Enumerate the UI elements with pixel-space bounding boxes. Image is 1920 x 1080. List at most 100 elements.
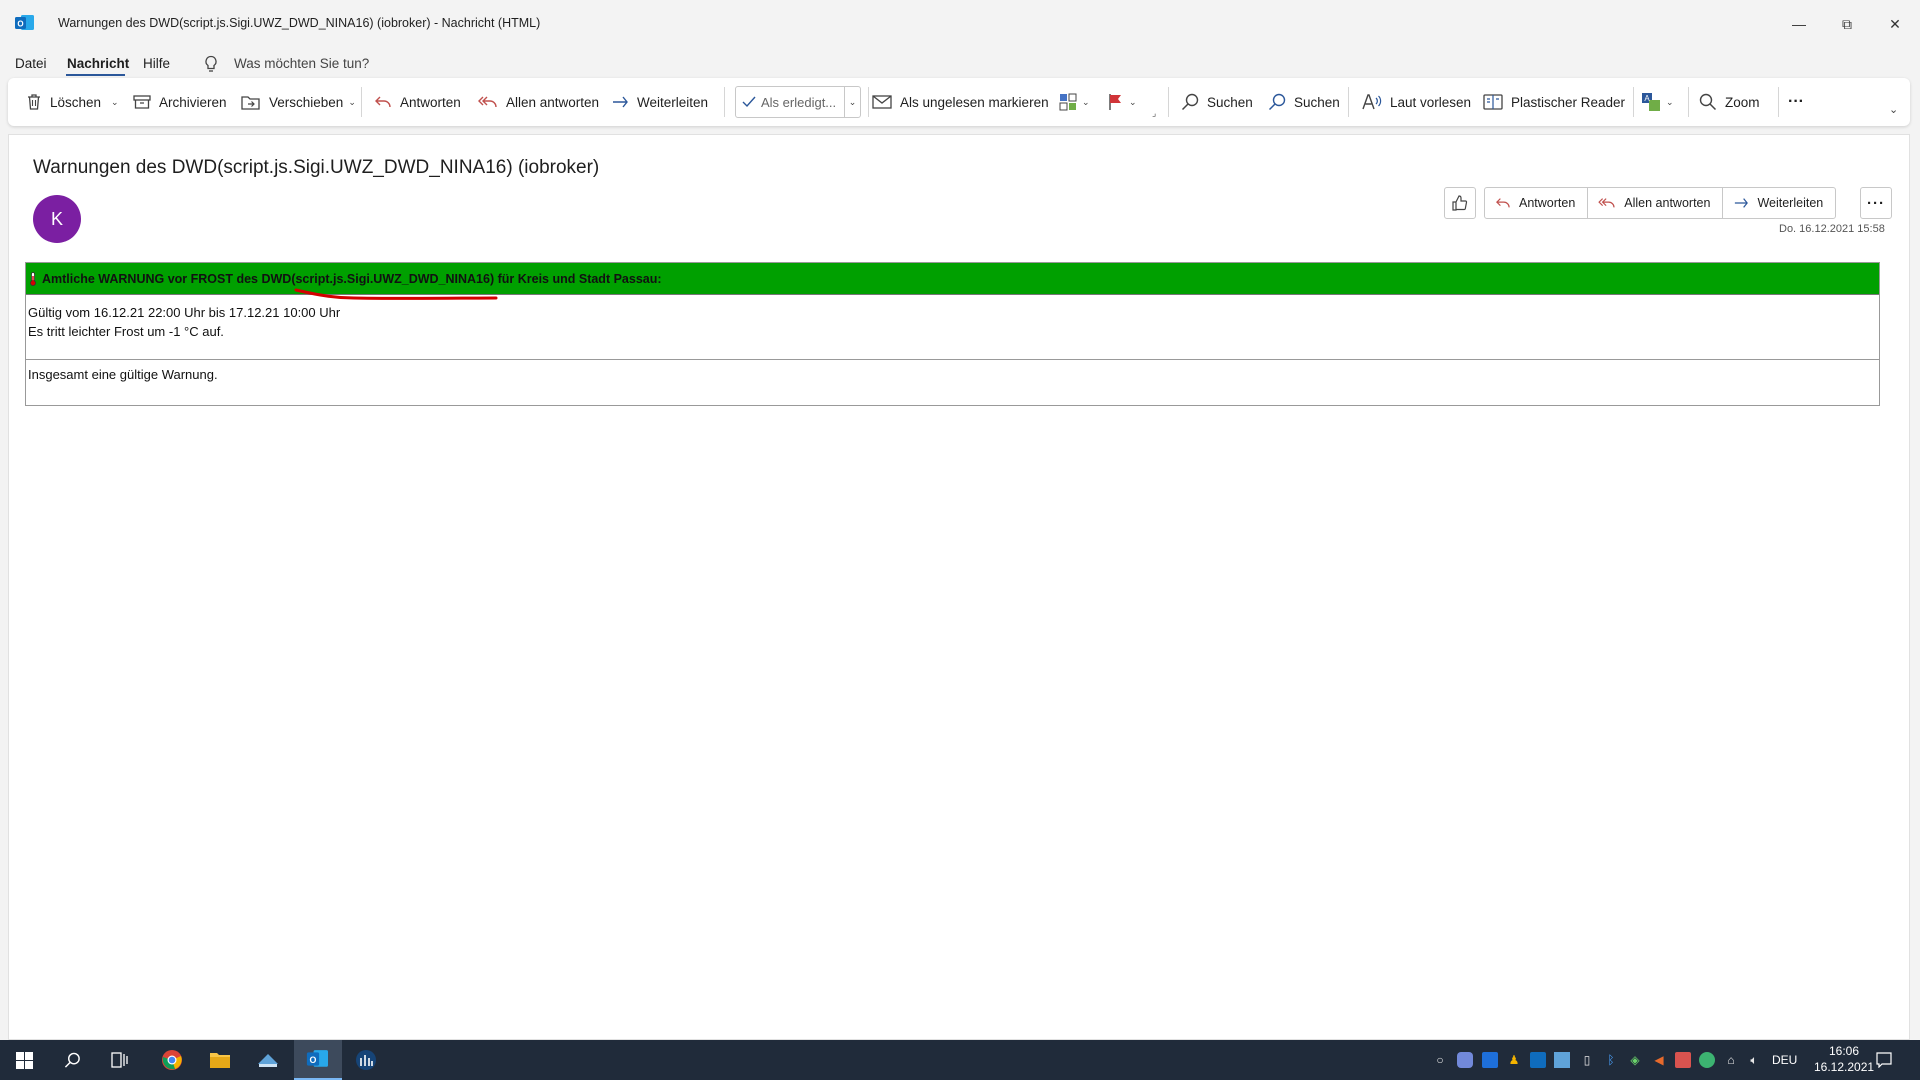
reply-action-label: Antworten bbox=[1519, 196, 1576, 210]
chevron-down-icon[interactable]: ⌄ bbox=[111, 97, 119, 108]
translate-button[interactable]: A ⌄ bbox=[1641, 78, 1674, 126]
windows-logo-icon bbox=[15, 1051, 33, 1069]
restore-button[interactable]: ⧉ bbox=[1824, 6, 1870, 42]
immersive-reader-button[interactable]: Plastischer Reader bbox=[1483, 78, 1625, 126]
chevron-down-icon[interactable]: ⌄ bbox=[844, 87, 860, 117]
reply-all-icon bbox=[1598, 198, 1615, 208]
chevron-down-icon[interactable]: ⌄ bbox=[1666, 97, 1674, 108]
move-label: Verschieben bbox=[269, 94, 344, 110]
reply-all-action-label: Allen antworten bbox=[1624, 196, 1711, 210]
network-icon[interactable]: ⌂ bbox=[1723, 1052, 1739, 1068]
taskbar-search-button[interactable] bbox=[48, 1040, 96, 1080]
collapse-ribbon-icon[interactable]: ⌄ bbox=[1889, 103, 1898, 116]
ribbon-separator bbox=[1633, 87, 1634, 117]
task-view-button[interactable] bbox=[96, 1040, 144, 1080]
minimize-button[interactable]: — bbox=[1776, 6, 1822, 42]
chevron-down-icon[interactable]: ⌄ bbox=[1129, 97, 1137, 108]
active-menu-indicator bbox=[66, 74, 125, 76]
outlook-icon: O bbox=[306, 1050, 328, 1067]
ribbon-separator bbox=[361, 87, 362, 117]
taskbar-chrome[interactable] bbox=[148, 1040, 196, 1080]
search-button-1[interactable]: Suchen bbox=[1181, 78, 1253, 126]
checkmark-icon bbox=[742, 96, 756, 108]
reply-all-button[interactable]: Allen antworten bbox=[478, 78, 599, 126]
quick-step-label: Als erledigt... bbox=[761, 94, 837, 110]
chevron-down-icon[interactable]: ⌄ bbox=[1082, 97, 1090, 108]
cortana-circle-icon[interactable]: ○ bbox=[1432, 1052, 1448, 1068]
avatar[interactable]: K bbox=[33, 195, 81, 243]
close-button[interactable]: ✕ bbox=[1872, 6, 1918, 42]
app-tray-icon[interactable] bbox=[1675, 1052, 1691, 1068]
forward-label: Weiterleiten bbox=[637, 94, 709, 110]
taskbar-app[interactable] bbox=[244, 1040, 292, 1080]
forward-arrow-icon bbox=[1735, 198, 1749, 208]
reply-action-button[interactable]: Antworten bbox=[1485, 188, 1589, 218]
menu-datei[interactable]: Datei bbox=[15, 56, 47, 71]
usb-icon[interactable]: ▯ bbox=[1579, 1052, 1595, 1068]
frost-description-text: Es tritt leichter Frost um -1 °C auf. bbox=[28, 324, 224, 339]
discord-icon[interactable] bbox=[1457, 1052, 1473, 1068]
dialog-launcher-icon[interactable]: ⌟ bbox=[1152, 108, 1156, 119]
forward-button[interactable]: Weiterleiten bbox=[611, 78, 708, 126]
more-commands-button[interactable]: ··· bbox=[1788, 78, 1804, 126]
message-subject: Warnungen des DWD(script.js.Sigi.UWZ_DWD… bbox=[33, 157, 600, 178]
start-button[interactable] bbox=[0, 1040, 48, 1080]
svg-text:O: O bbox=[310, 1055, 317, 1065]
thermometer-icon bbox=[30, 271, 36, 286]
taskbar: O ○ ♟ ▯ ᛒ ◈ ◀ ⌂ 🔈︎ DEU 16:06 16.12.2021 bbox=[0, 1040, 1920, 1080]
forward-action-button[interactable]: Weiterleiten bbox=[1723, 188, 1835, 218]
ribbon-separator bbox=[868, 87, 869, 117]
search-icon bbox=[1268, 93, 1286, 111]
notification-center-icon[interactable] bbox=[1876, 1052, 1892, 1068]
taskbar-outlook[interactable]: O bbox=[294, 1040, 342, 1080]
reply-all-action-button[interactable]: Allen antworten bbox=[1588, 188, 1724, 218]
network-drive-icon[interactable] bbox=[1554, 1052, 1570, 1068]
chevron-down-icon[interactable]: ⌄ bbox=[348, 97, 356, 108]
reading-pane: Warnungen des DWD(script.js.Sigi.UWZ_DWD… bbox=[8, 134, 1910, 1040]
tell-me-search[interactable]: Was möchten Sie tun? bbox=[234, 56, 369, 71]
move-button[interactable]: Verschieben ⌄ bbox=[241, 78, 356, 126]
system-clock[interactable]: 16:06 16.12.2021 bbox=[1814, 1043, 1874, 1075]
outlook-tray-icon[interactable] bbox=[1530, 1052, 1546, 1068]
bluetooth-icon[interactable]: ᛒ bbox=[1603, 1052, 1619, 1068]
taskbar-iobroker[interactable] bbox=[342, 1040, 390, 1080]
archive-button[interactable]: Archivieren bbox=[133, 78, 227, 126]
translate-icon: A bbox=[1642, 93, 1660, 111]
read-aloud-icon bbox=[1362, 94, 1382, 110]
read-aloud-button[interactable]: Laut vorlesen bbox=[1362, 78, 1471, 126]
like-button[interactable] bbox=[1444, 187, 1476, 219]
categorize-icon bbox=[1059, 93, 1077, 111]
thumbs-up-icon bbox=[1452, 195, 1468, 211]
svg-text:O: O bbox=[17, 20, 23, 29]
follow-up-button[interactable]: ⌄ bbox=[1108, 78, 1137, 126]
security-icon[interactable]: ◈ bbox=[1627, 1052, 1643, 1068]
categorize-button[interactable]: ⌄ bbox=[1059, 78, 1090, 126]
red-annotation-underline bbox=[294, 288, 498, 300]
info-tray-icon[interactable] bbox=[1482, 1052, 1498, 1068]
search-label-1: Suchen bbox=[1207, 94, 1253, 110]
reply-all-icon bbox=[478, 96, 497, 108]
zoom-icon bbox=[1699, 93, 1717, 111]
search-label-2: Suchen bbox=[1294, 94, 1340, 110]
mark-unread-button[interactable]: Als ungelesen markieren bbox=[872, 78, 1049, 126]
search-button-2[interactable]: Suchen bbox=[1268, 78, 1340, 126]
ribbon-separator bbox=[1778, 87, 1779, 117]
menu-hilfe[interactable]: Hilfe bbox=[143, 56, 170, 71]
delete-button[interactable]: Löschen ⌄ bbox=[26, 78, 119, 126]
menu-nachricht[interactable]: Nachricht bbox=[67, 56, 129, 71]
task-view-icon bbox=[111, 1052, 128, 1068]
sync-icon[interactable] bbox=[1699, 1052, 1715, 1068]
quick-steps-box[interactable]: Als erledigt... ⌄ bbox=[735, 86, 861, 118]
archive-label: Archivieren bbox=[159, 94, 227, 110]
speaker-icon[interactable]: 🔈︎ bbox=[1746, 1052, 1762, 1068]
people-icon[interactable]: ♟ bbox=[1506, 1052, 1522, 1068]
message-action-group: Antworten Allen antworten Weiterleiten bbox=[1484, 187, 1837, 219]
taskbar-file-explorer[interactable] bbox=[196, 1040, 244, 1080]
reply-button[interactable]: Antworten bbox=[374, 78, 461, 126]
ribbon-separator bbox=[724, 87, 725, 117]
move-folder-icon bbox=[241, 95, 260, 110]
volume-warning-icon[interactable]: ◀ bbox=[1651, 1052, 1667, 1068]
input-language[interactable]: DEU bbox=[1772, 1053, 1797, 1067]
message-more-button[interactable]: ··· bbox=[1860, 187, 1892, 219]
zoom-button[interactable]: Zoom bbox=[1699, 78, 1760, 126]
